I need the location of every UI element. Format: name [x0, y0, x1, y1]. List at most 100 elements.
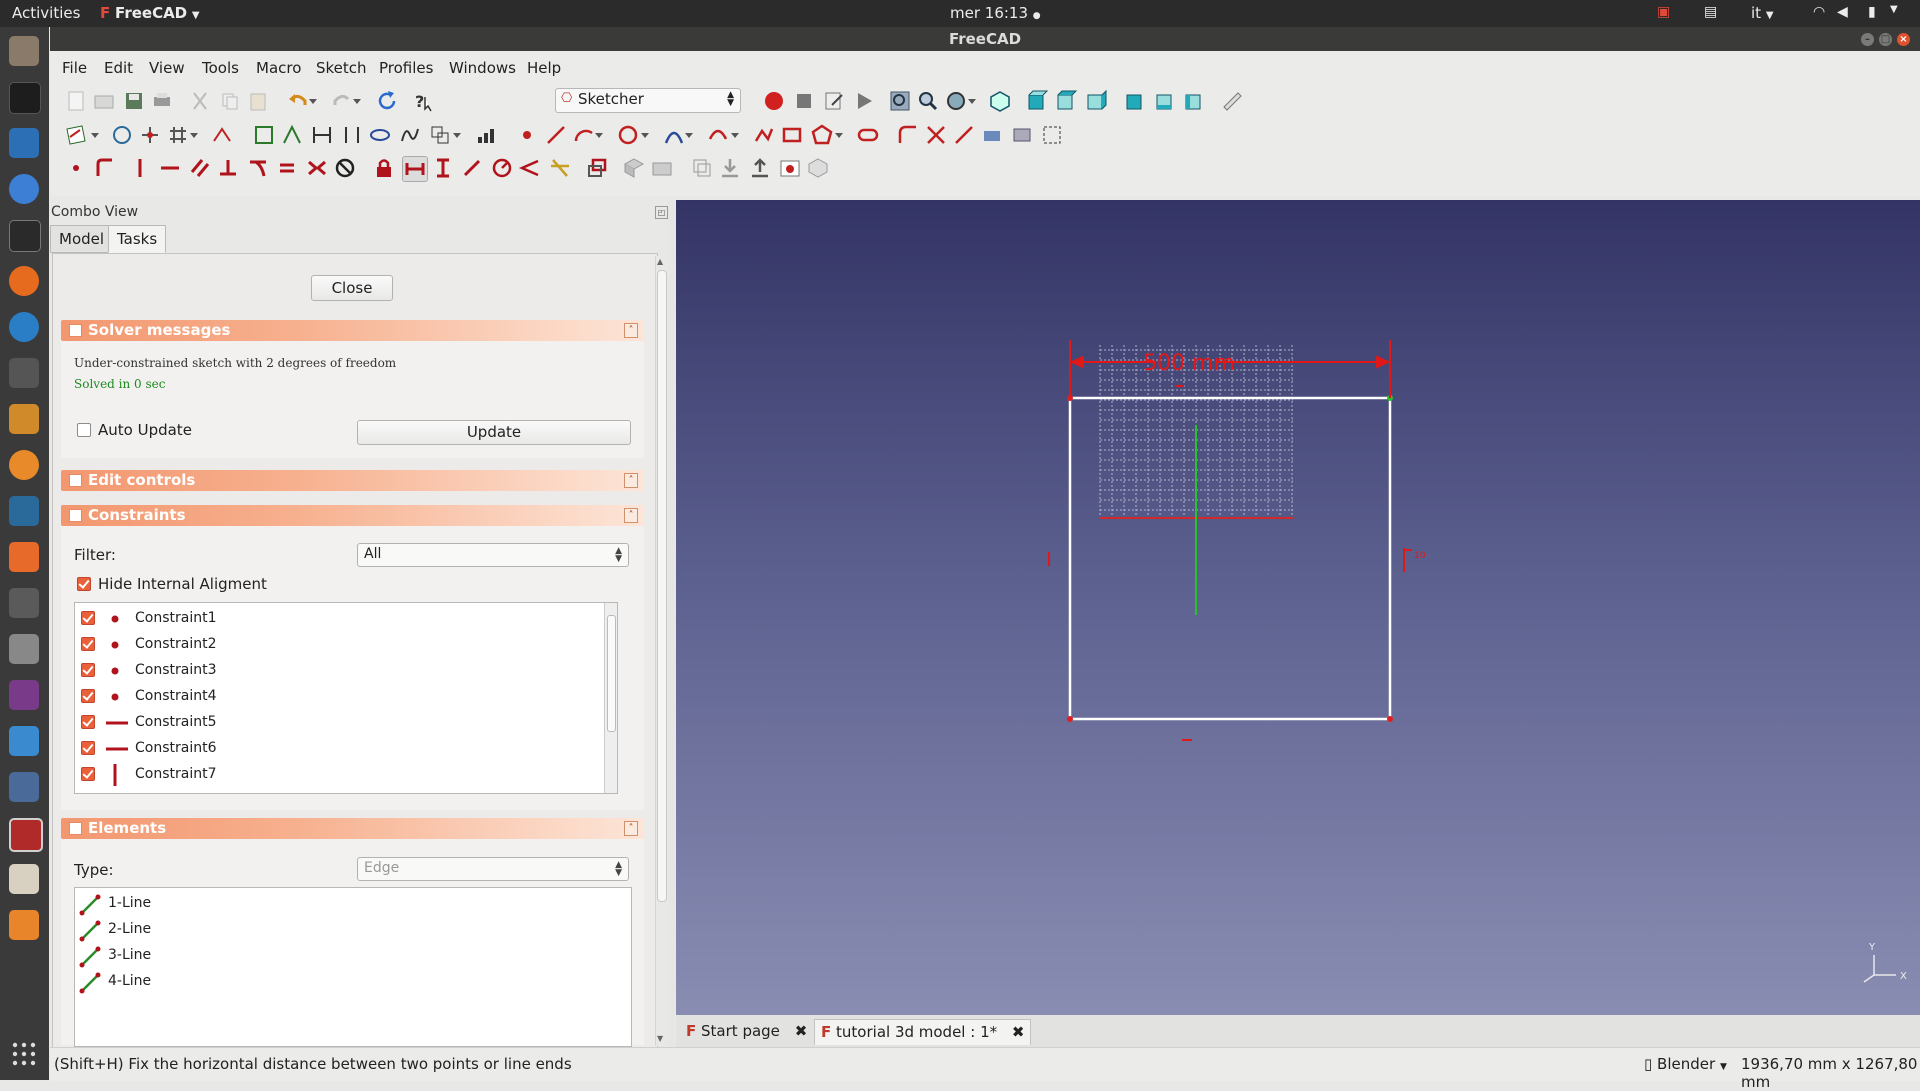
paste-icon[interactable] — [246, 89, 270, 113]
polyline-icon[interactable] — [752, 123, 776, 147]
bottom-view-icon[interactable] — [1153, 89, 1177, 113]
menu-macro[interactable]: Macro — [256, 59, 301, 77]
tab-model[interactable]: Model — [50, 225, 114, 253]
elements-list[interactable]: 1-Line 2-Line 3-Line 4-Line — [74, 887, 632, 1047]
stop-macro-icon[interactable] — [792, 89, 816, 113]
menu-profiles[interactable]: Profiles — [379, 59, 433, 77]
chevron-down-icon[interactable] — [309, 99, 317, 104]
maximize-icon[interactable]: □ — [1879, 33, 1892, 46]
part-design-body-icon[interactable] — [806, 156, 830, 180]
constrain-radius-icon[interactable] — [490, 156, 514, 180]
constraint-visibility-checkbox[interactable] — [81, 741, 95, 755]
list-item[interactable]: 3-Line — [75, 944, 631, 968]
open-folder-icon[interactable] — [92, 89, 116, 113]
redo-icon[interactable] — [330, 89, 354, 113]
vertex-point[interactable] — [1387, 716, 1393, 722]
software-center-icon[interactable] — [9, 542, 39, 572]
fit-all-icon[interactable] — [888, 89, 912, 113]
constraints-list[interactable]: Constraint1 Constraint2 Constraint3 Cons… — [74, 602, 618, 794]
settings-icon[interactable] — [9, 588, 39, 618]
activities-button[interactable]: Activities — [12, 4, 80, 22]
vertex-point[interactable] — [1067, 716, 1073, 722]
left-view-icon[interactable] — [1182, 89, 1206, 113]
auto-update-checkbox[interactable] — [77, 423, 91, 437]
solver-messages-header[interactable]: Solver messages ˄ — [61, 320, 644, 341]
constrain-point-on-object-icon[interactable] — [92, 156, 116, 180]
view-sketch-icon[interactable] — [138, 123, 162, 147]
text-editor-icon[interactable] — [9, 864, 39, 894]
tab-start-page[interactable]: F Start page ✖ — [680, 1019, 813, 1044]
chevron-down-icon[interactable]: ▼ — [1890, 4, 1898, 15]
list-item[interactable]: 1-Line — [75, 892, 631, 916]
list-item[interactable]: Constraint7 — [75, 763, 617, 787]
list-item[interactable]: Constraint2 — [75, 633, 617, 657]
battery-icon[interactable]: ▮ — [1868, 4, 1876, 20]
undock-panel-icon[interactable]: ◰ — [655, 206, 668, 219]
constraint-visibility-checkbox[interactable] — [81, 689, 95, 703]
menu-help[interactable]: Help — [527, 59, 561, 77]
edit-controls-header[interactable]: Edit controls ˄ — [61, 470, 644, 491]
constraint-visibility-checkbox[interactable] — [81, 767, 95, 781]
sketch-canvas[interactable]: 500 mm 10 Y X — [676, 200, 1920, 1015]
cut-icon[interactable] — [188, 89, 212, 113]
arc-icon[interactable] — [572, 123, 596, 147]
constraints-list-scrollbar[interactable] — [604, 603, 617, 793]
app-icon[interactable] — [9, 496, 39, 526]
constrain-horizontal-icon[interactable] — [158, 156, 182, 180]
rear-view-icon[interactable] — [1123, 89, 1147, 113]
clone-icon[interactable] — [690, 156, 714, 180]
chevron-down-icon[interactable] — [968, 99, 976, 104]
list-item[interactable]: 4-Line — [75, 970, 631, 994]
scroll-down-icon[interactable]: ▼ — [657, 1034, 663, 1043]
mirror-sketch-icon[interactable] — [310, 123, 334, 147]
wifi-icon[interactable]: ◠ — [1813, 4, 1825, 20]
validate-sketch-icon[interactable] — [252, 123, 276, 147]
merge-sketches-icon[interactable] — [280, 123, 304, 147]
circle-icon[interactable] — [616, 123, 640, 147]
right-view-icon[interactable] — [1084, 89, 1108, 113]
keyboard-layout-indicator[interactable]: it ▼ — [1751, 4, 1774, 22]
filter-dropdown[interactable]: All ▲ ▼ — [357, 543, 629, 567]
print-icon[interactable] — [150, 89, 174, 113]
constraint-visibility-checkbox[interactable] — [81, 637, 95, 651]
scrollbar-thumb[interactable] — [657, 270, 667, 902]
constraint-visibility-checkbox[interactable] — [81, 715, 95, 729]
volume-icon[interactable]: ◀ — [1837, 4, 1848, 20]
snapshot-icon[interactable] — [778, 156, 802, 180]
run-macro-icon[interactable] — [852, 89, 876, 113]
librecad-icon[interactable] — [9, 404, 39, 434]
constrain-vertical-icon[interactable] — [128, 156, 152, 180]
import-icon[interactable] — [718, 156, 742, 180]
virtualbox-icon[interactable] — [9, 772, 39, 802]
vlc-icon[interactable] — [9, 910, 39, 940]
constrain-lock-icon[interactable] — [372, 156, 396, 180]
chevron-down-icon[interactable] — [190, 133, 198, 138]
show-hide-geometry-icon[interactable] — [368, 123, 392, 147]
scrollbar-thumb[interactable] — [607, 615, 616, 732]
edit-macro-icon[interactable] — [822, 89, 846, 113]
point-icon[interactable] — [515, 123, 539, 147]
rectangle-icon[interactable] — [780, 123, 804, 147]
tab-tasks[interactable]: Tasks — [108, 225, 167, 253]
constrain-symmetric-icon[interactable] — [305, 156, 329, 180]
constraints-header[interactable]: Constraints ˄ — [61, 505, 644, 526]
menu-file[interactable]: File — [62, 59, 87, 77]
top-view-icon[interactable] — [1054, 89, 1078, 113]
list-item[interactable]: 2-Line — [75, 918, 631, 942]
constrain-equal-icon[interactable] — [275, 156, 299, 180]
collapse-icon[interactable]: ˄ — [624, 323, 638, 338]
clock[interactable]: mer 16:13 ● — [950, 4, 1041, 22]
rectangular-array-icon[interactable] — [475, 123, 499, 147]
leave-sketch-icon[interactable] — [110, 123, 134, 147]
panel-splitter[interactable] — [668, 200, 675, 1047]
conic-icon[interactable] — [662, 123, 686, 147]
list-item[interactable]: Constraint6 — [75, 737, 617, 761]
list-item[interactable]: Constraint5 — [75, 711, 617, 735]
close-button[interactable]: Close — [311, 275, 393, 301]
export-icon[interactable] — [748, 156, 772, 180]
chevron-down-icon[interactable] — [685, 133, 693, 138]
trim-icon[interactable] — [924, 123, 948, 147]
collapse-icon[interactable]: ˄ — [624, 821, 638, 836]
blender-icon[interactable] — [9, 450, 39, 480]
writer-icon[interactable] — [9, 128, 39, 158]
